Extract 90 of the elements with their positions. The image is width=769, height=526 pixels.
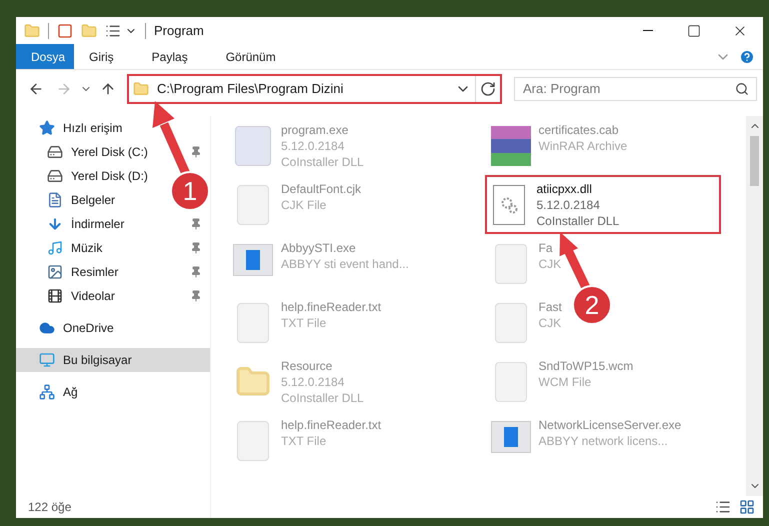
file-detail: 5.12.0.2184	[536, 197, 601, 213]
file-detail: 5.12.0.2184	[281, 374, 346, 390]
item-count: 122 öğe	[28, 499, 72, 516]
installer-icon	[235, 126, 271, 166]
large-icons-view-icon[interactable]	[739, 499, 755, 515]
window-title: Program	[154, 22, 204, 40]
sidebar-item[interactable]: Belgeler	[47, 191, 116, 209]
file-name: help.fineReader.txt	[281, 417, 382, 433]
sidebar-item[interactable]: Videolar	[47, 287, 115, 305]
pin-icon[interactable]	[190, 242, 202, 254]
up-icon[interactable]	[100, 81, 116, 97]
file-detail: CJK	[538, 315, 562, 331]
file-detail: CoInstaller DLL	[281, 390, 364, 406]
sidebar-item[interactable]: Müzik	[47, 239, 102, 257]
drive-icon	[47, 168, 63, 184]
archive-icon	[490, 126, 530, 166]
pin-icon[interactable]	[190, 218, 202, 230]
pin-icon[interactable]	[190, 266, 202, 278]
file-detail: TXT File	[281, 433, 328, 449]
search-field[interactable]: Ara: Program	[514, 76, 757, 101]
computer-icon	[39, 352, 55, 368]
file-detail: ABBYY network licens...	[538, 433, 669, 449]
properties-icon[interactable]	[57, 22, 73, 38]
file-name: certificates.cab	[538, 122, 620, 138]
file-detail: CoInstaller DLL	[281, 154, 364, 170]
sidebar-item[interactable]: İndirmeler	[47, 215, 124, 233]
file-item[interactable]: atiicpxx.dll 5.12.0.2184 CoInstaller DLL	[484, 175, 720, 234]
view-list-icon[interactable]	[105, 22, 121, 38]
scroll-thumb[interactable]	[750, 136, 759, 186]
blank-file-icon	[237, 303, 269, 343]
details-view-icon[interactable]	[715, 499, 731, 515]
file-detail: 5.12.0.2184	[281, 138, 346, 154]
file-detail: CoInstaller DLL	[536, 213, 620, 229]
minimize-icon	[643, 30, 653, 31]
download-icon	[47, 216, 63, 232]
pin-icon[interactable]	[190, 146, 202, 158]
ribbon-tab[interactable]: Giriş	[74, 44, 129, 69]
file-detail: WinRAR Archive	[538, 138, 628, 154]
file-detail: WCM File	[538, 374, 592, 390]
cloud-icon	[39, 320, 55, 336]
blank-file-icon	[494, 244, 526, 284]
maximize-icon	[687, 24, 701, 38]
scrollbar[interactable]	[746, 116, 763, 496]
picture-icon	[47, 264, 63, 280]
sidebar-item[interactable]: Hızlı erişim	[16, 116, 210, 140]
gear-file-icon	[492, 185, 524, 225]
file-detail: CJK File	[281, 197, 328, 213]
file-name: Fa	[538, 240, 554, 256]
music-note-icon	[47, 240, 63, 256]
file-name: SndToWP15.wcm	[538, 358, 634, 374]
file-name: atiicpxx.dll	[536, 181, 593, 197]
drive-icon	[47, 144, 63, 160]
app-window-icon	[490, 421, 530, 453]
star-icon	[39, 120, 55, 136]
blank-file-icon	[237, 421, 269, 461]
ribbon-tab[interactable]: Görünüm	[210, 44, 291, 69]
sidebar-item[interactable]: Ağ	[16, 380, 210, 404]
file-name: DefaultFont.cjk	[281, 181, 362, 197]
file-name: Fast	[538, 299, 562, 315]
film-icon	[47, 288, 63, 304]
blank-file-icon	[494, 362, 526, 402]
file-name: help.fineReader.txt	[281, 299, 382, 315]
search-icon	[735, 82, 749, 96]
ribbon-tab[interactable]: Paylaş	[136, 44, 203, 69]
sidebar-item[interactable]: Bu bilgisayar	[16, 348, 210, 372]
file-detail: CJK	[538, 256, 562, 272]
folder-icon	[133, 81, 149, 97]
sidebar-item[interactable]: Resimler	[47, 263, 118, 281]
help-icon[interactable]	[739, 48, 755, 64]
back-icon[interactable]	[28, 81, 44, 97]
document-icon	[47, 192, 63, 208]
forward-icon[interactable]	[56, 81, 72, 97]
app-window-icon	[233, 244, 273, 276]
file-detail: ABBYY sti event hand...	[281, 256, 409, 272]
file-name: AbbyySTI.exe	[281, 240, 357, 256]
file-detail: TXT File	[281, 315, 328, 331]
pin-icon[interactable]	[190, 290, 202, 302]
blank-file-icon	[237, 185, 269, 225]
address-field[interactable]: C:\Program Files\Program Dizini	[127, 74, 502, 104]
sidebar-item[interactable]: Yerel Disk (C:)	[47, 143, 148, 161]
file-name: NetworkLicenseServer.exe	[538, 417, 682, 433]
ribbon-tab[interactable]: Dosya	[16, 44, 74, 69]
sidebar-item[interactable]: Yerel Disk (D:)	[47, 167, 148, 185]
blank-file-icon	[494, 303, 526, 343]
address-path: C:\Program Files\Program Dizini	[157, 80, 344, 98]
file-name: program.exe	[281, 122, 350, 138]
file-name: Resource	[281, 358, 334, 374]
refresh-icon[interactable]	[480, 81, 496, 97]
network-icon	[39, 384, 55, 400]
sidebar-item[interactable]: OneDrive	[16, 316, 210, 340]
